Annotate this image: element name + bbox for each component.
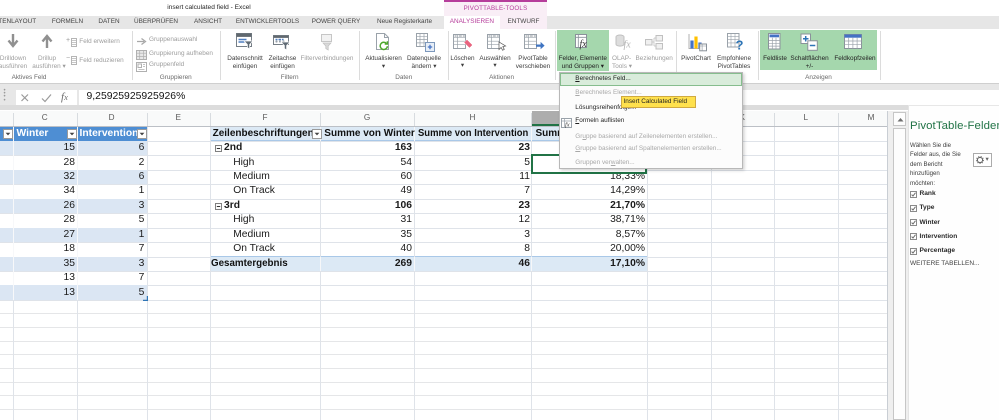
svg-text:fx: fx [565,121,570,128]
svg-text:fx: fx [624,39,632,50]
svg-text:?: ? [736,38,744,53]
svg-text:fx: fx [580,39,588,50]
